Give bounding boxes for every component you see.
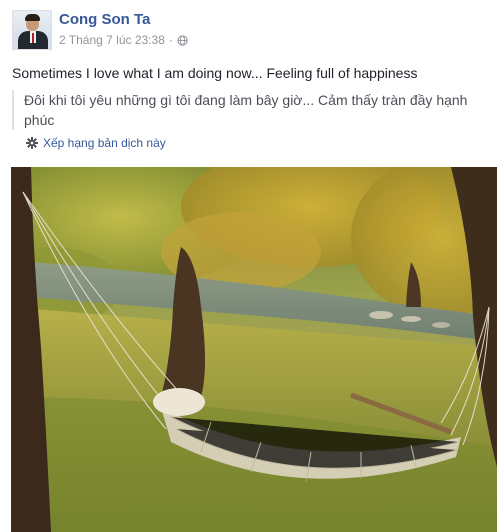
post-header: Cong Son Ta 2 Tháng 7 lúc 23:38 · (12, 10, 482, 52)
post-timestamp[interactable]: 2 Tháng 7 lúc 23:38 (59, 33, 165, 47)
avatar[interactable] (12, 10, 52, 50)
translated-text: Đôi khi tôi yêu những gì tôi đang làm bâ… (24, 92, 468, 128)
author-name[interactable]: Cong Son Ta (59, 11, 150, 28)
meta-separator: · (168, 33, 173, 47)
post-meta: 2 Tháng 7 lúc 23:38 · (59, 33, 188, 47)
post-text: Sometimes I love what I am doing now... … (12, 65, 418, 81)
hammock-photo (11, 167, 497, 532)
rate-translation-link[interactable]: Xếp hạng bản dịch này (26, 136, 166, 150)
globe-icon[interactable] (177, 34, 188, 46)
gear-icon (26, 137, 38, 149)
post-photo[interactable] (11, 167, 497, 532)
translation-block: Đôi khi tôi yêu những gì tôi đang làm bâ… (12, 90, 484, 130)
rate-translation-label: Xếp hạng bản dịch này (43, 136, 166, 150)
